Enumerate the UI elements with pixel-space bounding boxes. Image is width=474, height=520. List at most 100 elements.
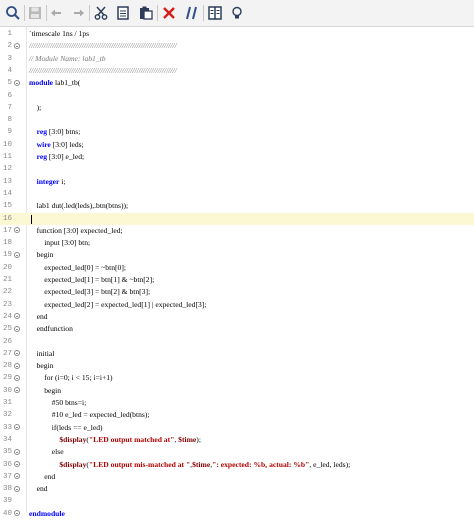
code-token: lab1_tb( [53, 78, 81, 88]
code-line[interactable]: 30 begin [0, 385, 474, 397]
columns-icon[interactable] [206, 4, 224, 22]
code-line[interactable]: 22 expected_led[3] = btn[2] & btn[3]; [0, 286, 474, 298]
code-line[interactable]: 33 if(leds == e_led) [0, 422, 474, 434]
code-line[interactable]: 23 expected_led[2] = expected_led[1] | e… [0, 299, 474, 311]
code-editor[interactable]: 1 `timescale 1ns / 1ps 2 //////////////////… [0, 27, 474, 518]
code-line[interactable]: 25 endfunction [0, 323, 474, 335]
code-token: `timescale 1ns / 1ps [29, 29, 90, 38]
fold-toggle-icon[interactable] [14, 42, 20, 49]
code-line[interactable]: 5 module lab1_tb( [0, 77, 474, 89]
comment-icon[interactable] [183, 4, 201, 22]
search-icon[interactable] [4, 4, 22, 22]
line-number: 27 [2, 349, 12, 358]
code-line[interactable]: 12 [0, 163, 474, 175]
fold-toggle-icon[interactable] [14, 350, 20, 357]
fold-toggle-icon[interactable] [14, 374, 20, 381]
code-text: function [3:0] expected_led; [29, 225, 123, 237]
code-line[interactable]: 14 [0, 188, 474, 200]
code-line[interactable]: 3 // Module Name: lab1_tb [0, 53, 474, 65]
paste-icon[interactable] [137, 4, 155, 22]
fold-toggle-icon[interactable] [14, 424, 20, 431]
code-line[interactable]: 20 expected_led[0] = ~btn[0]; [0, 262, 474, 274]
code-token: for (i=0; i < 15; i=i+1) [29, 373, 113, 383]
keyword-token: wire [36, 139, 51, 149]
copy-icon[interactable] [114, 4, 132, 22]
code-line[interactable]: 7 ); [0, 102, 474, 114]
code-text: #10 e_led = expected_led(btns); [29, 409, 150, 421]
current-line[interactable]: 16 [0, 212, 474, 225]
code-text: expected_led[0] = ~btn[0]; [29, 262, 126, 274]
code-line[interactable]: 18 input [3:0] btn; [0, 237, 474, 249]
code-line[interactable]: 11 reg [3:0] e_led; [0, 151, 474, 163]
fold-toggle-icon[interactable] [14, 448, 20, 455]
cut-icon[interactable] [92, 4, 110, 22]
code-line[interactable]: 21 expected_led[1] = btn[1] & ~btn[2]; [0, 274, 474, 286]
code-token: ); [196, 434, 201, 444]
code-line[interactable]: 29 for (i=0; i < 15; i=i+1) [0, 372, 474, 384]
fold-toggle-icon[interactable] [14, 362, 20, 369]
line-number: 3 [7, 54, 12, 63]
code-line[interactable]: 28 begin [0, 360, 474, 372]
code-line[interactable]: 2 ///////////////////////////////////////… [0, 40, 474, 52]
redo-icon[interactable] [69, 4, 87, 22]
line-number: 17 [2, 226, 12, 235]
code-token: expected_led[1] = btn[1] & ~btn[2]; [29, 275, 155, 284]
code-line[interactable]: 40 endmodule [0, 508, 474, 520]
code-token: function [3:0] expected_led; [29, 225, 123, 235]
code-text: for (i=0; i < 15; i=i+1) [29, 372, 113, 384]
code-line[interactable]: 39 [0, 495, 474, 507]
fold-toggle-icon[interactable] [14, 510, 20, 517]
code-line[interactable]: 15 lab1 dut(.led(leds),.btn(btns)); [0, 200, 474, 212]
code-text: wire [3:0] leds; [29, 139, 84, 151]
code-token: #10 e_led = expected_led(btns); [29, 410, 150, 420]
code-line[interactable]: 32 #10 e_led = expected_led(btns); [0, 409, 474, 421]
fold-toggle-icon[interactable] [14, 485, 20, 492]
fold-toggle-icon[interactable] [14, 313, 20, 320]
fold-toggle-icon[interactable] [14, 473, 20, 480]
code-line[interactable]: 1 `timescale 1ns / 1ps [0, 28, 474, 40]
code-line[interactable]: 19 begin [0, 249, 474, 261]
code-line[interactable]: 4 ///////////////////////////////////////… [0, 65, 474, 77]
fold-toggle-icon[interactable] [14, 79, 20, 86]
keyword-token: endmodule [29, 508, 65, 518]
line-number: 39 [2, 497, 12, 506]
undo-icon[interactable] [48, 4, 66, 22]
fold-toggle-icon[interactable] [14, 325, 20, 332]
code-line[interactable]: 13 integer i; [0, 176, 474, 188]
code-line[interactable]: 36 $display("LED output mis-matched at "… [0, 459, 474, 471]
line-number: 26 [2, 337, 12, 346]
code-line[interactable]: 37 end [0, 471, 474, 483]
line-number: 38 [2, 485, 12, 494]
code-line[interactable]: 27 initial [0, 348, 474, 360]
fold-toggle-icon[interactable] [14, 461, 20, 468]
line-number: 8 [7, 116, 12, 125]
line-number: 1 [7, 30, 12, 38]
line-number: 29 [2, 374, 12, 383]
code-line[interactable]: 8 [0, 114, 474, 126]
code-line[interactable]: 34 $display("LED output matched at", $ti… [0, 434, 474, 446]
code-line[interactable]: 31 #50 btns=i; [0, 397, 474, 409]
code-line[interactable]: 38 end [0, 483, 474, 495]
code-text: ////////////////////////////////////////… [29, 40, 177, 52]
fold-toggle-icon[interactable] [14, 227, 20, 234]
code-line[interactable]: 24 end [0, 311, 474, 323]
code-text: expected_led[3] = btn[2] & btn[3]; [29, 286, 150, 298]
code-line[interactable]: 26 [0, 336, 474, 348]
line-number: 13 [2, 177, 12, 186]
code-line[interactable]: 17 function [3:0] expected_led; [0, 225, 474, 237]
code-line[interactable]: 6 [0, 90, 474, 102]
code-line[interactable]: 10 wire [3:0] leds; [0, 139, 474, 151]
code-line[interactable]: 9 reg [3:0] btns; [0, 126, 474, 138]
delete-icon[interactable] [160, 4, 178, 22]
line-number: 33 [2, 423, 12, 432]
lightbulb-icon[interactable] [228, 4, 246, 22]
fold-toggle-icon[interactable] [14, 251, 20, 258]
line-number: 16 [2, 214, 12, 223]
code-text: ////////////////////////////////////////… [29, 65, 177, 77]
code-line[interactable]: 35 else [0, 446, 474, 458]
code-token: [3:0] e_led; [47, 152, 85, 161]
save-icon[interactable] [26, 4, 44, 22]
line-number: 22 [2, 288, 12, 297]
fold-toggle-icon[interactable] [14, 387, 20, 394]
system-task-token: $display [59, 459, 87, 469]
